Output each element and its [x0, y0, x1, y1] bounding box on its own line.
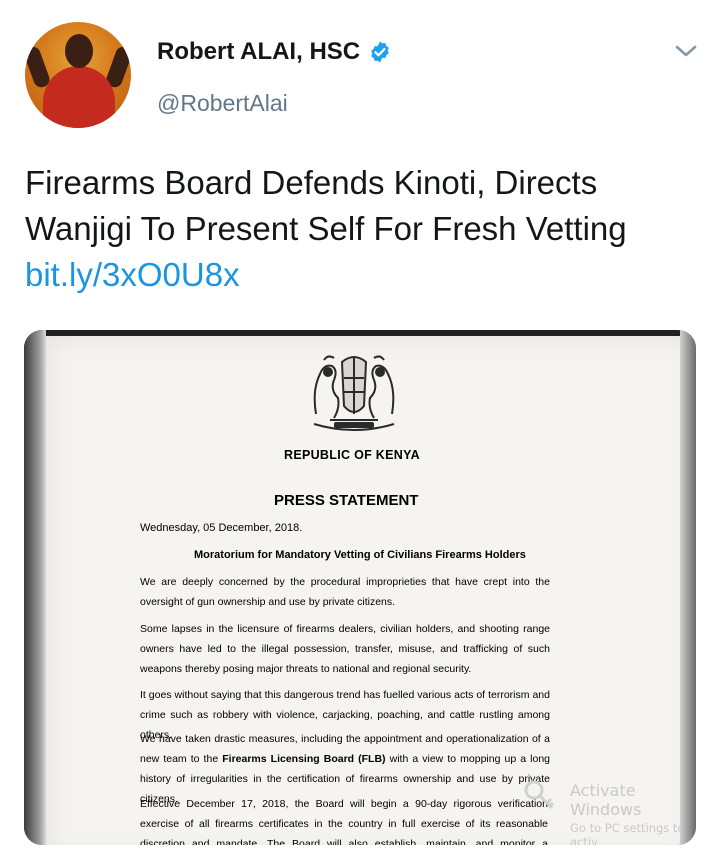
- kenya-coat-of-arms-icon: [313, 355, 395, 431]
- activate-windows-watermark: Activate Windows Go to PC settings to ac…: [570, 781, 696, 845]
- author-name-row[interactable]: Robert ALAI, HSC: [157, 38, 392, 66]
- document-date: Wednesday, 05 December, 2018.: [140, 522, 303, 534]
- document-paragraph-5: Effective December 17, 2018, the Board w…: [140, 798, 548, 845]
- document-title: PRESS STATEMENT: [274, 492, 419, 509]
- watermark-subtitle: Go to PC settings to activ: [570, 821, 685, 845]
- tweet-text-line-2: Wanjigi To Present Self For Fresh Vettin…: [25, 210, 627, 247]
- document-paragraph-1: We are deeply concerned by the procedura…: [140, 576, 550, 608]
- tweet-text: Firearms Board Defends Kinoti, Directs W…: [25, 160, 710, 298]
- chevron-down-icon[interactable]: [672, 40, 700, 62]
- photo-right-edge: [680, 330, 696, 845]
- verified-badge-icon: [371, 41, 389, 63]
- press-statement-document: REPUBLIC OF KENYA PRESS STATEMENT Wednes…: [46, 336, 696, 845]
- photo-left-edge: [24, 330, 46, 845]
- tweet-media-image[interactable]: REPUBLIC OF KENYA PRESS STATEMENT Wednes…: [24, 330, 696, 845]
- avatar-head: [65, 34, 93, 68]
- document-paragraph-2: Some lapses in the licensure of firearms…: [140, 623, 550, 675]
- document-paragraph-4-board-name: Firearms Licensing Board (FLB): [222, 753, 386, 765]
- key-icon: [524, 780, 555, 810]
- watermark-title: Activate Windows: [570, 781, 642, 819]
- avatar[interactable]: [25, 22, 131, 128]
- avatar-body: [43, 66, 115, 128]
- author-name[interactable]: Robert ALAI, HSC: [157, 38, 360, 66]
- document-subject: Moratorium for Mandatory Vetting of Civi…: [194, 549, 526, 561]
- tweet-text-line-1: Firearms Board Defends Kinoti, Directs: [25, 164, 598, 201]
- document-republic-heading: REPUBLIC OF KENYA: [284, 448, 420, 462]
- tweet-link[interactable]: bit.ly/3xO0U8x: [25, 252, 710, 298]
- author-handle[interactable]: @RobertAlai: [157, 90, 288, 117]
